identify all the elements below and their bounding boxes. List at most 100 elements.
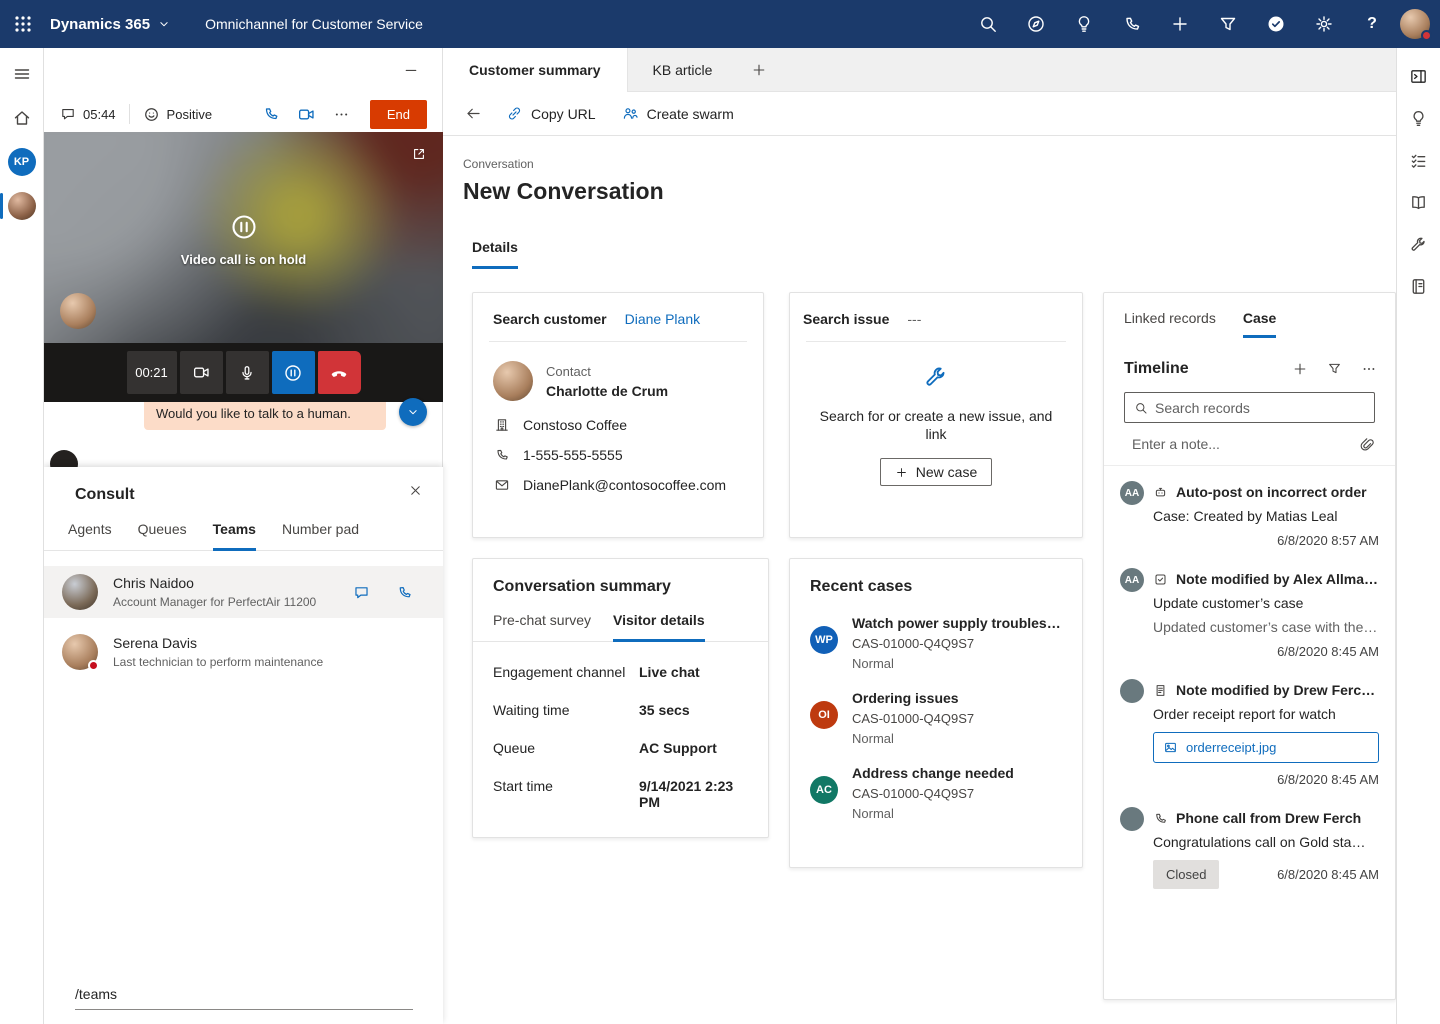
entry-text: Update customer’s case [1153, 595, 1379, 611]
case-title[interactable]: Ordering issues [852, 690, 974, 706]
presence-available-icon[interactable] [1252, 0, 1300, 48]
chat-with-person-icon[interactable] [353, 584, 370, 601]
tab-linked-records[interactable]: Linked records [1124, 310, 1216, 338]
smart-assist-wrench-icon[interactable] [1399, 224, 1439, 264]
tab-case[interactable]: Case [1243, 310, 1276, 338]
tab-pre-chat-survey[interactable]: Pre-chat survey [493, 612, 591, 641]
smiley-icon [143, 106, 160, 123]
consult-search-input[interactable] [75, 986, 413, 1002]
menu-icon[interactable] [0, 52, 44, 96]
recent-cases-title: Recent cases [790, 559, 1082, 596]
contact-name[interactable]: Charlotte de Crum [546, 383, 668, 399]
new-tab-button[interactable] [738, 48, 780, 92]
close-icon[interactable] [408, 483, 423, 498]
more-options-icon[interactable] [333, 106, 350, 123]
session-tab-active[interactable] [0, 184, 44, 228]
tab-visitor-details[interactable]: Visitor details [613, 612, 705, 642]
filter-icon[interactable] [1204, 0, 1252, 48]
timeline-entry[interactable]: Note modified by Drew Ferc… Order receip… [1120, 679, 1379, 787]
scroll-to-latest-button[interactable] [399, 398, 427, 426]
tab-customer-summary[interactable]: Customer summary [443, 48, 627, 92]
case-list-item[interactable]: OI Ordering issues CAS-01000-Q4Q9S7 Norm… [790, 690, 1082, 746]
timeline-entry[interactable]: AA Auto-post on incorrect order Case: Cr… [1120, 481, 1379, 548]
user-avatar[interactable] [1400, 9, 1430, 39]
case-list-item[interactable]: AC Address change needed CAS-01000-Q4Q9S… [790, 765, 1082, 821]
timeline-entry[interactable]: AA Note modified by Alex Allma… Update c… [1120, 568, 1379, 659]
entry-text: Congratulations call on Gold sta… [1153, 834, 1379, 850]
suggestions-lightbulb-icon[interactable] [1399, 98, 1439, 138]
list-item-person[interactable]: Chris Naidoo Account Manager for Perfect… [44, 566, 443, 618]
company-name: Constoso Coffee [523, 417, 627, 433]
hold-resume-button[interactable] [272, 351, 315, 394]
camera-toggle-button[interactable] [180, 351, 223, 394]
contact-phone-link[interactable]: 1-555-555-5555 [523, 447, 623, 463]
open-pane-icon[interactable] [1399, 56, 1439, 96]
microphone-toggle-button[interactable] [226, 351, 269, 394]
minimize-button[interactable] [398, 60, 424, 80]
lightbulb-icon[interactable] [1060, 0, 1108, 48]
entry-title: Note modified by Drew Ferc… [1176, 682, 1375, 698]
entry-avatar [1120, 807, 1144, 831]
list-item-person[interactable]: Serena Davis Last technician to perform … [44, 624, 443, 680]
case-avatar: OI [810, 701, 838, 729]
row-label: Waiting time [493, 702, 639, 718]
copy-url-button[interactable]: Copy URL [493, 98, 609, 130]
tab-details[interactable]: Details [472, 239, 518, 269]
home-icon[interactable] [0, 96, 44, 140]
timeline-title: Timeline [1124, 360, 1189, 378]
contact-email-link[interactable]: DianePlank@contosocoffee.com [523, 477, 726, 493]
voice-call-icon[interactable] [262, 105, 280, 123]
presence-busy-dot [1421, 30, 1432, 41]
timeline-more-icon[interactable] [1361, 361, 1377, 377]
building-icon [494, 417, 510, 433]
case-list-item[interactable]: WP Watch power supply troublesh… CAS-010… [790, 615, 1082, 671]
back-arrow-icon[interactable] [457, 98, 489, 130]
call-person-icon[interactable] [396, 584, 413, 601]
timeline-search-input[interactable] [1155, 400, 1365, 416]
phone-icon [494, 447, 510, 463]
end-call-button[interactable]: End [370, 100, 427, 129]
notes-journal-icon[interactable] [1399, 266, 1439, 306]
case-title[interactable]: Address change needed [852, 765, 1014, 781]
app-launcher-icon[interactable] [0, 0, 46, 48]
agent-scripts-icon[interactable] [1399, 140, 1439, 180]
copy-url-label: Copy URL [531, 106, 596, 122]
compass-icon[interactable] [1012, 0, 1060, 48]
link-icon [506, 105, 523, 122]
settings-gear-icon[interactable] [1300, 0, 1348, 48]
session-panel: 05:44 Positive End Video call is on hold… [44, 48, 443, 1024]
attachment-chip[interactable]: orderreceipt.jpg [1153, 732, 1379, 763]
new-case-button[interactable]: New case [880, 458, 992, 486]
timeline-entry[interactable]: Phone call from Drew Ferch Congratulatio… [1120, 807, 1379, 889]
paperclip-icon[interactable] [1359, 436, 1375, 452]
recent-cases-card: Recent cases WP Watch power supply troub… [789, 558, 1083, 868]
popout-icon[interactable] [411, 146, 427, 162]
search-icon[interactable] [964, 0, 1012, 48]
timeline-filter-icon[interactable] [1327, 361, 1342, 377]
video-call-area[interactable]: Video call is on hold [44, 132, 443, 343]
tab-agents[interactable]: Agents [68, 521, 112, 550]
email-icon [494, 477, 510, 493]
tab-queues[interactable]: Queues [138, 521, 187, 550]
knowledge-search-icon[interactable] [1399, 182, 1439, 222]
session-avatar [8, 192, 36, 220]
case-title[interactable]: Watch power supply troublesh… [852, 615, 1067, 631]
customer-link[interactable]: Diane Plank [625, 311, 701, 327]
tab-teams[interactable]: Teams [213, 521, 256, 551]
tab-kb-article[interactable]: KB article [627, 48, 739, 92]
video-call-icon[interactable] [297, 105, 316, 124]
hang-up-button[interactable] [318, 351, 361, 394]
page-title: New Conversation [463, 178, 664, 205]
case-id: CAS-01000-Q4Q9S7 [852, 786, 1014, 801]
help-icon[interactable]: ? [1348, 0, 1396, 48]
timeline-add-icon[interactable] [1292, 361, 1308, 377]
note-input[interactable] [1132, 436, 1359, 452]
chevron-down-icon[interactable] [157, 17, 171, 31]
attachment-filename[interactable]: orderreceipt.jpg [1186, 740, 1276, 755]
tab-number-pad[interactable]: Number pad [282, 521, 359, 550]
session-tab-kp[interactable]: KP [0, 140, 44, 184]
brand-title[interactable]: Dynamics 365 [50, 16, 150, 33]
phone-icon[interactable] [1108, 0, 1156, 48]
create-swarm-button[interactable]: Create swarm [609, 98, 747, 130]
add-icon[interactable] [1156, 0, 1204, 48]
